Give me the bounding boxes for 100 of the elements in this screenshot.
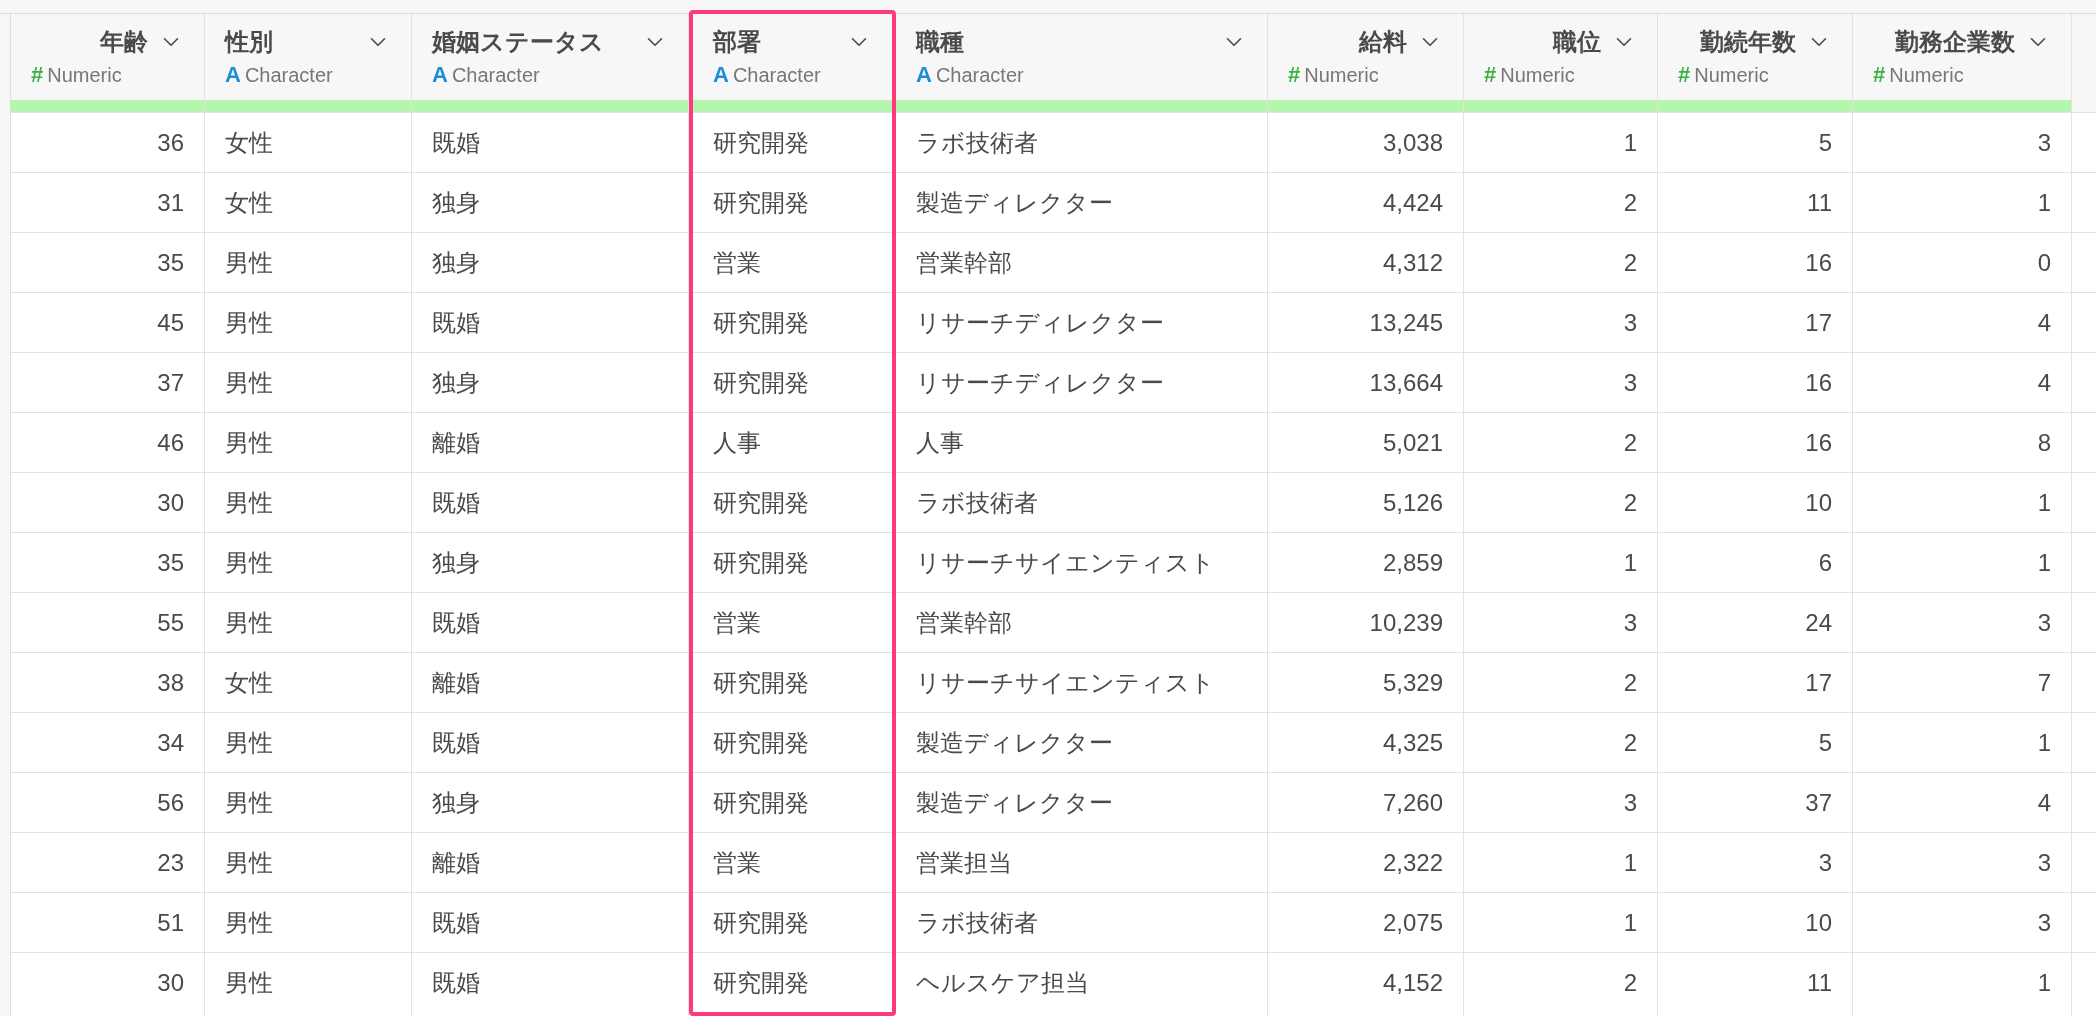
table-column[interactable]: 年齢 # Numeric 36 31 35 45 37 46 30 35 55 38 34 56 23 51 30 [11,14,205,1016]
column-header[interactable]: 性別 A Character [205,14,411,112]
table-cell-text: 独身 [432,367,480,398]
table-cell-text: ラボ技術者 [916,127,1038,158]
table-cell-text: 女性 [225,187,273,218]
table-cell-text: 営業 [713,847,761,878]
table-cell-text: 1 [1623,127,1637,158]
table-cell-text: 研究開発 [713,787,809,818]
table-cell-text: 10 [1805,907,1832,938]
table-cell-text: 男性 [225,847,273,878]
table-cell-text: 男性 [225,367,273,398]
table-cell-text: 離婚 [432,847,480,878]
type-icon: # [1484,62,1497,88]
table-cell-text: 30 [157,487,184,518]
column-header[interactable]: 部署 A Character [693,14,892,112]
type-icon: A [713,62,729,88]
table-cell-text: 3 [1623,787,1637,818]
table-column[interactable]: 給料 # Numeric 3,038 4,424 4,312 13,245 13,664 5,021 5,126 2,859 10,239 5,329 4,325 7,260 2,322 2,075 4,152 [1268,14,1464,1016]
column-header[interactable]: 勤続年数 # Numeric [1658,14,1852,112]
table-cell-text: 30 [157,967,184,998]
table-cell-text: 既婚 [432,487,480,518]
type-icon: # [31,62,44,88]
table-cell-text: リサーチディレクター [916,307,1164,338]
table-cell-text: 3 [1623,367,1637,398]
type-icon: # [1678,62,1691,88]
table-cell-text: 独身 [432,787,480,818]
table-cell-text: 独身 [432,187,480,218]
table-cell-text: 研究開発 [713,307,809,338]
table-cell-text: 2,322 [1382,847,1443,878]
table-column[interactable]: 勤務企業数 # Numeric 3 1 0 4 4 8 1 1 3 7 1 4 3 3 1 [1853,14,2072,1016]
table-cell-text: 7 [2037,667,2051,698]
table-cell-text: 2 [1623,667,1637,698]
type-label: Character [451,63,540,88]
type-label: Numeric [1889,63,1964,88]
table-cell-text: 既婚 [432,307,480,338]
table-cell-text: 5 [1818,127,1832,158]
table-cell-text: 55 [157,607,184,638]
table-cell-text: 3 [2037,907,2051,938]
type-icon: # [1873,62,1886,88]
table-column[interactable]: 職位 # Numeric 1 2 2 3 3 2 2 1 3 2 2 3 1 1 2 [1464,14,1658,1016]
table-cell-text: 男性 [225,907,273,938]
column-header[interactable]: 年齢 # Numeric [11,14,204,112]
table-cell-text: 5,126 [1382,487,1443,518]
table-cell-text: リサーチサイエンティスト [916,547,1215,578]
table-cell-text: 研究開発 [713,907,809,938]
table-cell-text: 36 [157,127,184,158]
table-cell-text: 男性 [225,307,273,338]
table-cell-text: 離婚 [432,427,480,458]
type-label: Character [732,63,821,88]
column-title: 年齢 [100,27,148,57]
table-cell-text: 男性 [225,787,273,818]
table-cell-text: 2 [1623,187,1637,218]
table-column[interactable]: 婚姻ステータス A Character 既婚 独身 独身 既婚 独身 離婚 既婚 独身 既婚 離婚 既婚 独身 離婚 既婚 既婚 [412,14,689,1016]
table-cell-text: 既婚 [432,127,480,158]
table-cell-text: 男性 [225,727,273,758]
column-header[interactable]: 給料 # Numeric [1268,14,1463,112]
table-cell-text: 営業幹部 [916,607,1012,638]
table-cell-text: 2 [1623,727,1637,758]
table-cell-text: 5 [1818,727,1832,758]
table-cell-text: 2 [1623,427,1637,458]
type-label: Numeric [1500,63,1575,88]
table-cell-text: 46 [157,427,184,458]
table-cell-text: 研究開発 [713,667,809,698]
table-cell-text: 34 [157,727,184,758]
table-cell-text: 31 [157,187,184,218]
type-label: Character [935,63,1024,88]
table-cell-text: 4 [2037,307,2051,338]
table-cell-text: リサーチディレクター [916,367,1164,398]
table-cell-text: 3 [2037,847,2051,878]
table-cell-text: 11 [1807,967,1832,998]
column-title: 勤続年数 [1700,27,1796,57]
selected-column[interactable]: 部署 A Character 研究開発 研究開発 営業 研究開発 研究開発 人事 研究開発 研究開発 営業 研究開発 研究開発 研究開発 営業 研究開発 研究開発 [689,10,896,1016]
table-cell-text: 研究開発 [713,967,809,998]
table-cell-text: 5,329 [1382,667,1443,698]
table-column[interactable]: 職種 A Character ラボ技術者 製造ディレクター 営業幹部 リサーチディレクター リサーチディレクター 人事 ラボ技術者 リサーチサイエンティスト 営業幹部 リサーチサイエンティスト 製造ディレクター 製造ディレクター 営業担当 ラボ技術者 ヘルスケア担当 [896,14,1268,1016]
table-cell-text: 営業 [713,247,761,278]
column-header[interactable]: 職位 # Numeric [1464,14,1657,112]
table-cell-text: 10 [1805,487,1832,518]
table-cell-text: 3,038 [1382,127,1443,158]
table-cell-text: 6 [1818,547,1832,578]
table-cell-text: 既婚 [432,907,480,938]
table-cell-text: リサーチサイエンティスト [916,667,1215,698]
table-cell-text: 独身 [432,547,480,578]
table-cell-text: 1 [1623,847,1637,878]
table-cell-text: 研究開発 [713,367,809,398]
column-header[interactable]: 婚姻ステータス A Character [412,14,688,112]
table-column[interactable]: 性別 A Character 女性 女性 男性 男性 男性 男性 男性 男性 男性 女性 男性 男性 男性 男性 男性 [205,14,412,1016]
table-cell-text: 離婚 [432,667,480,698]
table-column[interactable]: 勤続年数 # Numeric 5 11 16 17 16 16 10 6 24 17 5 37 3 10 11 [1658,14,1853,1016]
table-cell-text: 男性 [225,487,273,518]
table-cell-text: 10,239 [1369,607,1443,638]
column-header[interactable]: 勤務企業数 # Numeric [1853,14,2071,112]
column-header[interactable]: 職種 A Character [896,14,1267,112]
table-cell-text: 研究開発 [713,187,809,218]
column-title: 婚姻ステータス [432,27,604,57]
table-cell-text: ラボ技術者 [916,907,1038,938]
table-cell-text: 24 [1805,607,1832,638]
table-cell-text: 16 [1805,367,1832,398]
type-icon: A [225,62,241,88]
table-cell-text: 既婚 [432,607,480,638]
